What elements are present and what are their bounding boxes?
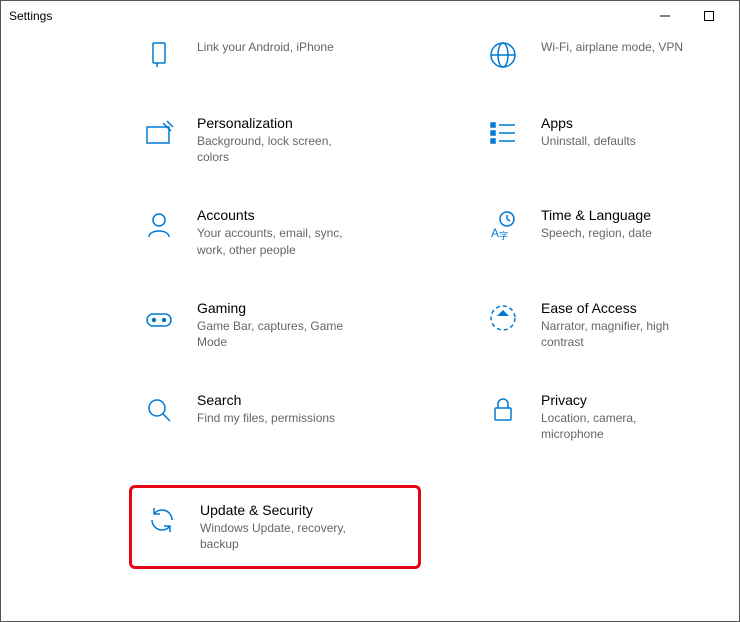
category-desc: Wi-Fi, airplane mode, VPN (541, 39, 683, 55)
settings-grid: Link your Android, iPhone Wi-Fi, airplan… (1, 37, 739, 569)
category-desc: Location, camera, microphone (541, 410, 699, 442)
maximize-button[interactable] (687, 1, 731, 31)
category-desc: Narrator, magnifier, high contrast (541, 318, 699, 350)
category-ease-of-access[interactable]: Ease of Access Narrator, magnifier, high… (385, 300, 699, 350)
category-title: Time & Language (541, 207, 652, 223)
category-desc: Link your Android, iPhone (197, 39, 334, 55)
category-network[interactable]: Wi-Fi, airplane mode, VPN (385, 37, 699, 73)
minimize-button[interactable] (643, 1, 687, 31)
category-title: Privacy (541, 392, 699, 408)
category-title: Apps (541, 115, 636, 131)
svg-text:A: A (491, 226, 499, 240)
phone-icon (141, 37, 177, 73)
category-desc: Background, lock screen, colors (197, 133, 355, 165)
category-desc: Game Bar, captures, Game Mode (197, 318, 355, 350)
search-icon (141, 392, 177, 428)
update-sync-icon (144, 502, 180, 538)
globe-icon (485, 37, 521, 73)
category-search[interactable]: Search Find my files, permissions (41, 392, 355, 442)
category-time-language[interactable]: A字 Time & Language Speech, region, date (385, 207, 699, 257)
lock-icon (485, 392, 521, 428)
highlight-annotation: Update & Security Windows Update, recove… (129, 485, 421, 569)
category-personalization[interactable]: Personalization Background, lock screen,… (41, 115, 355, 165)
category-accounts[interactable]: Accounts Your accounts, email, sync, wor… (41, 207, 355, 257)
window-title: Settings (9, 9, 52, 23)
category-title: Personalization (197, 115, 355, 131)
apps-list-icon (485, 115, 521, 151)
category-title: Search (197, 392, 335, 408)
category-desc: Speech, region, date (541, 225, 652, 241)
category-update-security[interactable]: Update & Security Windows Update, recove… (144, 502, 418, 552)
category-title: Ease of Access (541, 300, 699, 316)
svg-text:字: 字 (499, 230, 508, 241)
window-titlebar: Settings (1, 1, 739, 31)
category-desc: Uninstall, defaults (541, 133, 636, 149)
category-apps[interactable]: Apps Uninstall, defaults (385, 115, 699, 165)
category-desc: Windows Update, recovery, backup (200, 520, 380, 552)
gamepad-icon (141, 300, 177, 336)
person-icon (141, 207, 177, 243)
time-language-icon: A字 (485, 207, 521, 243)
ease-of-access-icon (485, 300, 521, 336)
category-title: Update & Security (200, 502, 380, 518)
category-title: Accounts (197, 207, 355, 223)
category-title: Gaming (197, 300, 355, 316)
category-phone[interactable]: Link your Android, iPhone (41, 37, 355, 73)
paint-icon (141, 115, 177, 151)
category-gaming[interactable]: Gaming Game Bar, captures, Game Mode (41, 300, 355, 350)
category-desc: Your accounts, email, sync, work, other … (197, 225, 355, 257)
category-privacy[interactable]: Privacy Location, camera, microphone (385, 392, 699, 442)
category-desc: Find my files, permissions (197, 410, 335, 426)
